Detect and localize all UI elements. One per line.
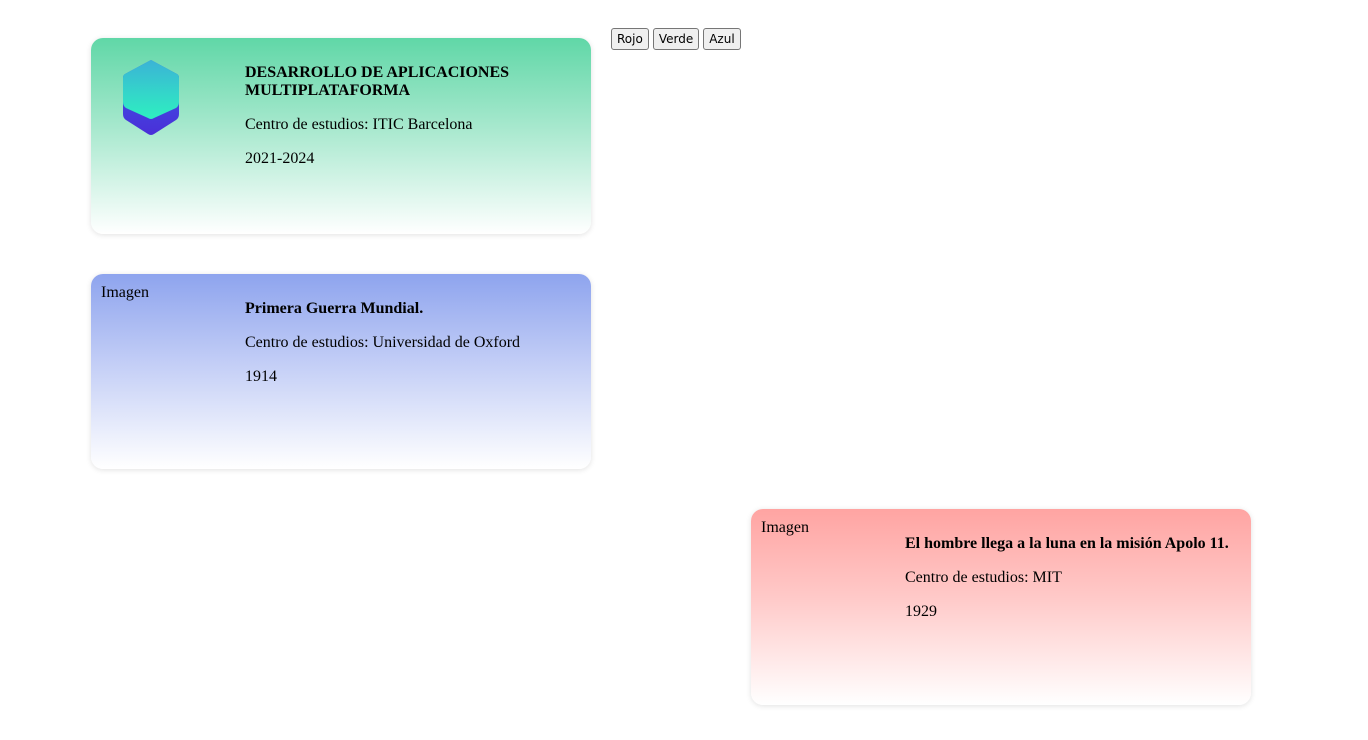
- card-center: Centro de estudios: ITIC Barcelona: [245, 116, 473, 133]
- card-body: Primera Guerra Mundial. Centro de estudi…: [245, 300, 575, 402]
- card-center: Centro de estudios: Universidad de Oxfor…: [245, 334, 521, 351]
- blue-button[interactable]: Azul: [703, 28, 741, 50]
- card-years: 1929: [905, 603, 937, 620]
- card-body: El hombre llega a la luna en la misión A…: [905, 535, 1235, 637]
- card-center: Centro de estudios: MIT: [905, 569, 1062, 586]
- red-button[interactable]: Rojo: [611, 28, 649, 50]
- card-image-placeholder: Imagen: [101, 284, 149, 301]
- card-title: DESARROLLO DE APLICACIONES MULTIPLATAFOR…: [245, 64, 510, 99]
- hexagon-logo-icon: [123, 60, 179, 135]
- education-card-1: DESARROLLO DE APLICACIONES MULTIPLATAFOR…: [91, 38, 591, 234]
- card-title: Primera Guerra Mundial.: [245, 300, 424, 317]
- card-years: 1914: [245, 368, 277, 385]
- green-button[interactable]: Verde: [652, 28, 700, 50]
- card-body: DESARROLLO DE APLICACIONES MULTIPLATAFOR…: [245, 64, 575, 184]
- color-button-group: Rojo Verde Azul: [611, 28, 741, 50]
- page: Rojo Verde Azul DESARROLLO DE APLICACION…: [0, 0, 1368, 740]
- education-card-3: Imagen El hombre llega a la luna en la m…: [751, 509, 1251, 705]
- card-image-placeholder: Imagen: [761, 519, 809, 536]
- card-years: 2021-2024: [245, 150, 315, 167]
- education-card-2: Imagen Primera Guerra Mundial. Centro de…: [91, 274, 591, 469]
- card-title: El hombre llega a la luna en la misión A…: [905, 535, 1229, 552]
